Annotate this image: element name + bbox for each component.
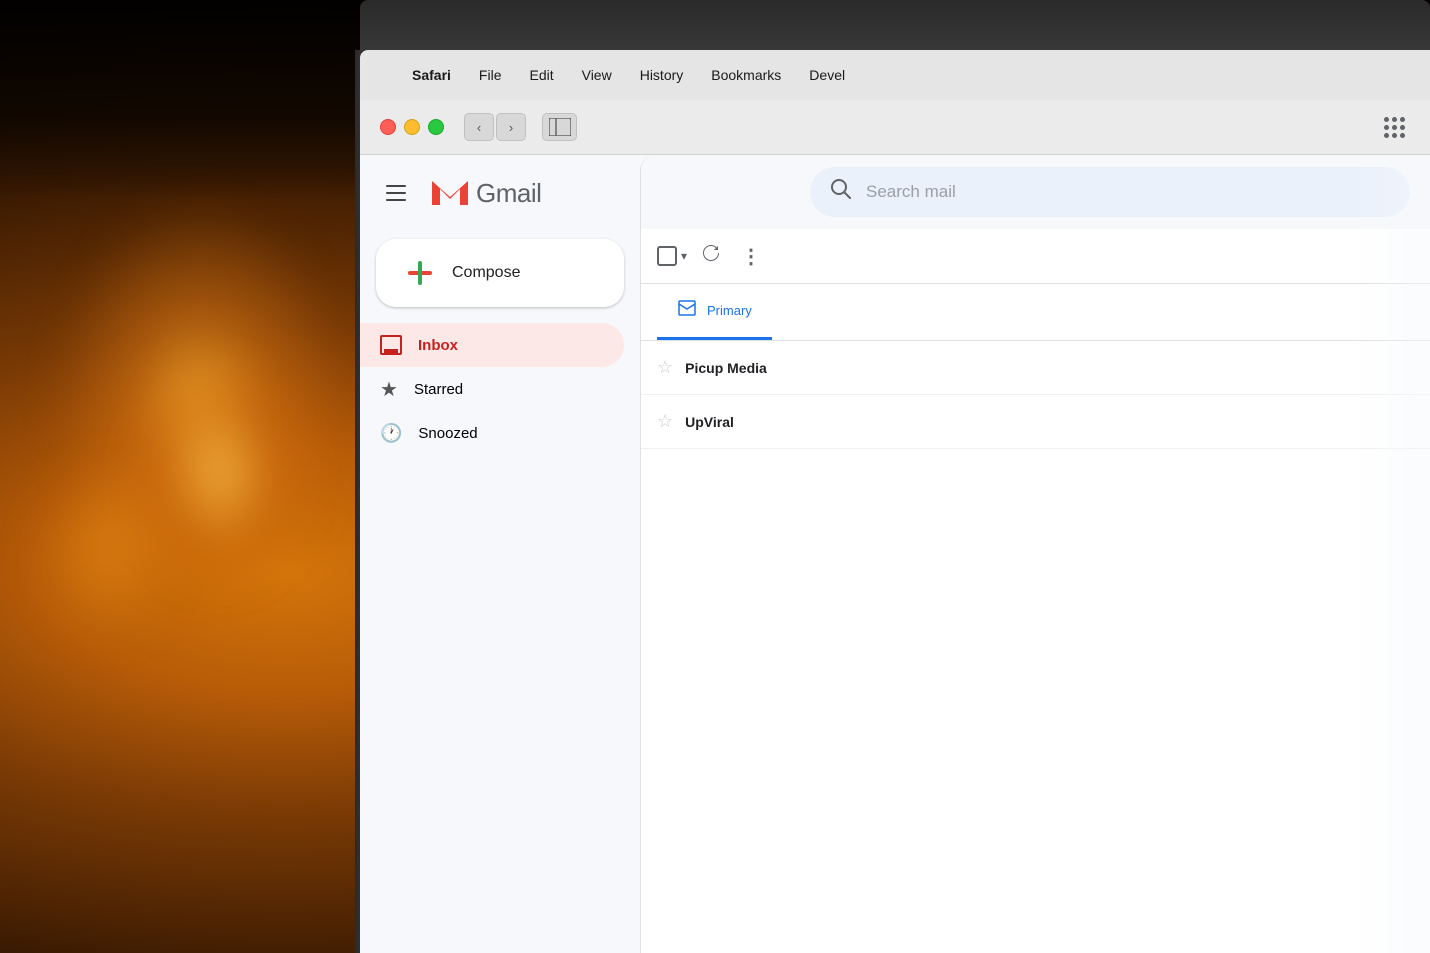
gmail-main-area: Search mail ▾ ⋮ — [640, 155, 1430, 953]
inbox-tabs: Primary — [641, 284, 1430, 341]
compose-label: Compose — [452, 264, 520, 282]
menubar-view[interactable]: View — [582, 67, 612, 83]
menubar-safari[interactable]: Safari — [412, 67, 451, 83]
mac-menubar: Safari File Edit View History Bookmarks … — [360, 50, 1430, 100]
nav-item-starred[interactable]: ★ Starred — [360, 367, 624, 411]
hamburger-line-1 — [386, 185, 406, 187]
compose-plus-icon — [404, 257, 436, 289]
more-options-button[interactable]: ⋮ — [735, 238, 768, 275]
sidebar-toggle-icon — [549, 118, 571, 136]
monitor-bezel-top — [360, 0, 1430, 50]
search-bar-area: Search mail — [641, 155, 1430, 229]
fullscreen-window-button[interactable] — [428, 119, 444, 135]
menubar-history[interactable]: History — [640, 67, 684, 83]
primary-tab-icon — [677, 298, 697, 323]
email-row[interactable]: ☆ Picup Media — [641, 341, 1430, 395]
tab-primary[interactable]: Primary — [657, 284, 772, 340]
traffic-lights — [380, 119, 444, 135]
browser-grid-button[interactable] — [1378, 113, 1410, 141]
email-sender-1: Picup Media — [685, 360, 865, 376]
grid-dots-icon — [1384, 117, 1405, 138]
select-all-checkbox[interactable] — [657, 246, 677, 266]
nav-item-inbox[interactable]: Inbox — [360, 323, 624, 367]
bokeh-light-3 — [30, 450, 180, 650]
minimize-window-button[interactable] — [404, 119, 420, 135]
hamburger-line-2 — [386, 192, 406, 194]
compose-button[interactable]: Compose — [376, 239, 624, 307]
email-star-icon-2[interactable]: ☆ — [657, 411, 673, 432]
browser-toolbar: ‹ › — [360, 100, 1430, 155]
nav-label-starred: Starred — [414, 381, 463, 398]
menubar-bookmarks[interactable]: Bookmarks — [711, 67, 781, 83]
back-button[interactable]: ‹ — [464, 113, 494, 141]
gmail-content-area: Gmail Compose Inbox ★ Starred — [360, 155, 1430, 953]
clock-icon: 🕐 — [380, 423, 402, 444]
menubar-file[interactable]: File — [479, 67, 502, 83]
email-row[interactable]: ☆ UpViral — [641, 395, 1430, 449]
browser-nav-buttons: ‹ › — [464, 113, 526, 141]
email-star-icon-1[interactable]: ☆ — [657, 357, 673, 378]
email-toolbar: ▾ ⋮ — [641, 229, 1430, 284]
email-sender-2: UpViral — [685, 414, 865, 430]
email-list: ☆ Picup Media ☆ UpViral — [641, 341, 1430, 953]
select-dropdown-icon[interactable]: ▾ — [681, 249, 687, 263]
nav-label-inbox: Inbox — [418, 337, 458, 354]
gmail-header: Gmail — [360, 171, 640, 239]
star-icon: ★ — [380, 377, 398, 402]
hamburger-menu-button[interactable] — [376, 173, 416, 213]
forward-button[interactable]: › — [496, 113, 526, 141]
refresh-button[interactable] — [695, 237, 727, 275]
nav-item-snoozed[interactable]: 🕐 Snoozed — [360, 411, 624, 455]
search-container[interactable]: Search mail — [810, 167, 1410, 217]
gmail-sidebar: Gmail Compose Inbox ★ Starred — [360, 155, 640, 953]
gmail-brand-text: Gmail — [476, 178, 541, 209]
select-all-checkbox-area[interactable]: ▾ — [657, 246, 687, 266]
nav-label-snoozed: Snoozed — [418, 425, 477, 442]
hamburger-line-3 — [386, 199, 406, 201]
menubar-develop[interactable]: Devel — [809, 67, 845, 83]
menubar-edit[interactable]: Edit — [529, 67, 553, 83]
search-icon — [830, 178, 852, 206]
inbox-icon — [380, 335, 402, 355]
gmail-m-logo — [428, 171, 472, 215]
gmail-logo: Gmail — [428, 171, 541, 215]
close-window-button[interactable] — [380, 119, 396, 135]
tab-primary-label: Primary — [707, 303, 752, 318]
search-placeholder-text: Search mail — [866, 182, 1390, 202]
sidebar-toggle-button[interactable] — [542, 113, 577, 141]
monitor-frame: Safari File Edit View History Bookmarks … — [360, 50, 1430, 953]
